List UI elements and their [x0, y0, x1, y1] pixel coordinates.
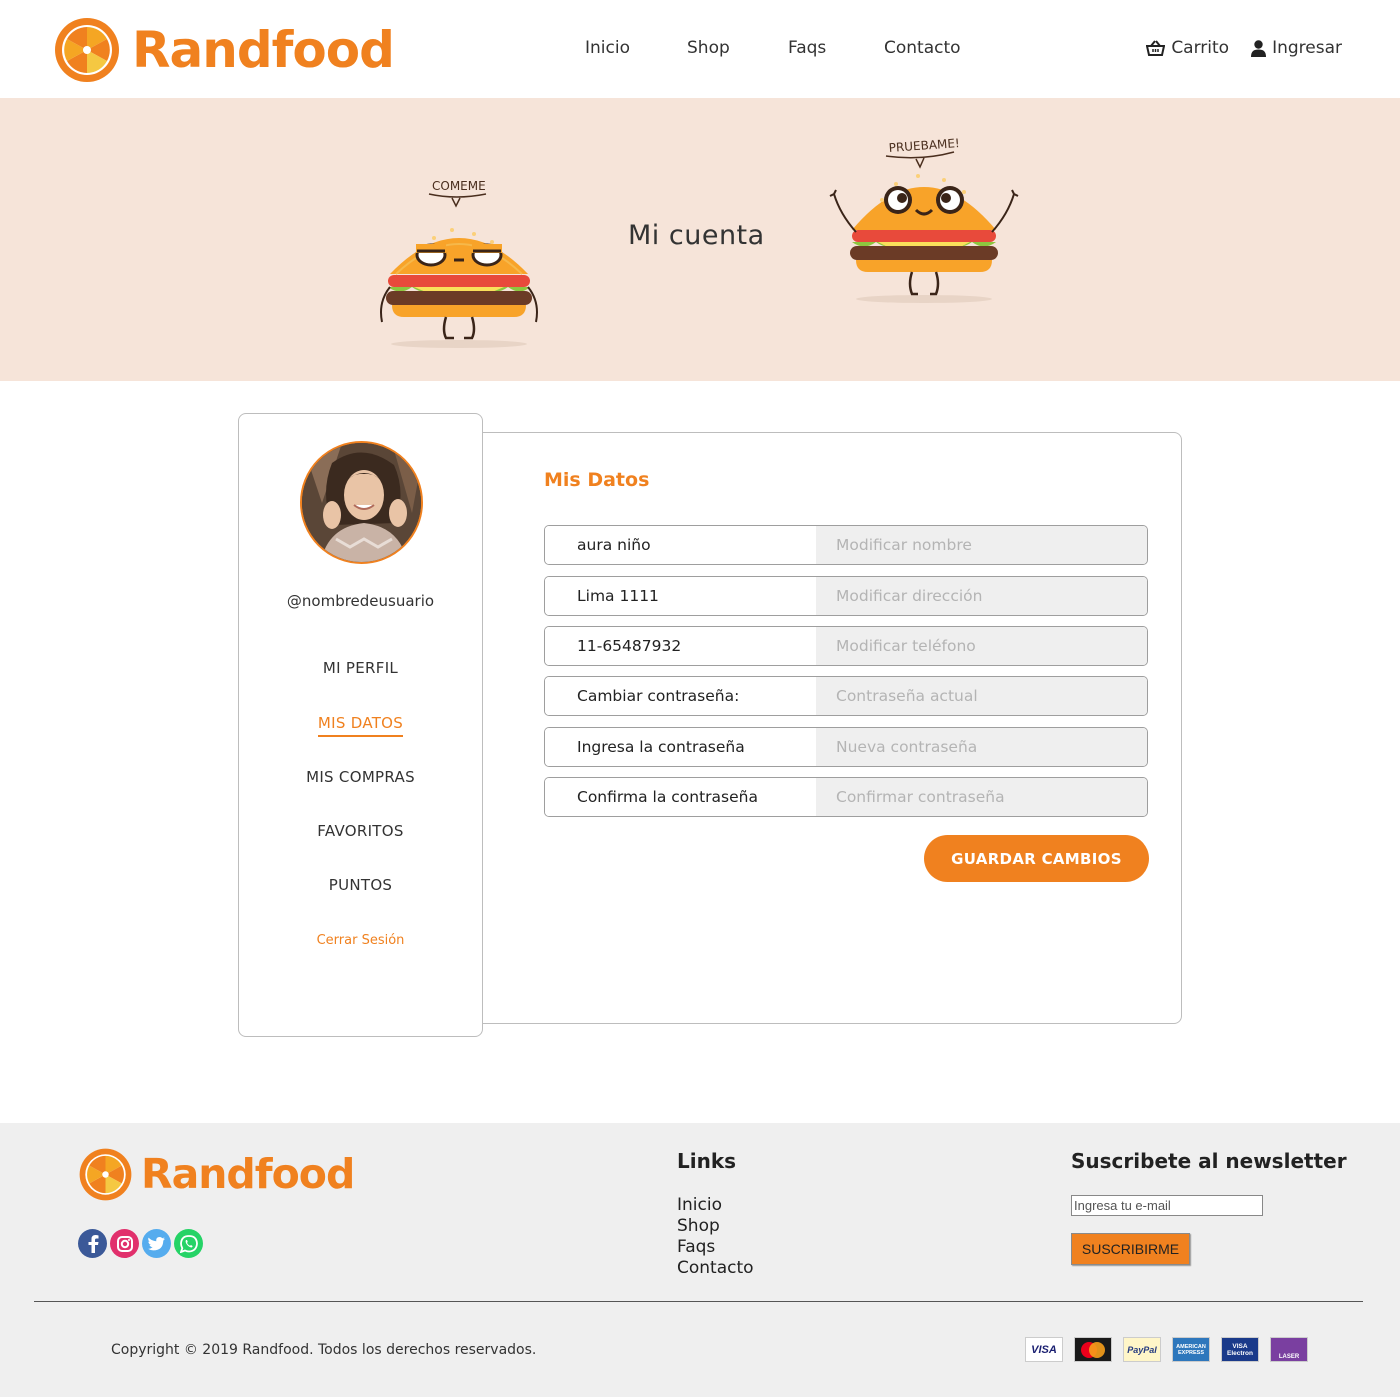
field-current-value: aura niño	[545, 526, 816, 564]
newsletter-email-input[interactable]	[1071, 1195, 1263, 1216]
social-links	[78, 1229, 206, 1258]
account-details-panel: Mis Datos aura niño Lima 1111 11-6548793…	[481, 432, 1182, 1024]
field-current-value: Lima 1111	[545, 577, 816, 615]
logout-link[interactable]: Cerrar Sesión	[239, 933, 482, 948]
orange-slice-logo-icon	[55, 18, 119, 82]
footer-link-shop[interactable]: Shop	[677, 1216, 754, 1237]
main-nav: Inicio Shop Faqs Contacto	[585, 38, 961, 58]
page-title: Mi cuenta	[628, 220, 765, 251]
footer-brand-logo[interactable]: Randfood	[78, 1147, 355, 1202]
sidebar-item-puntos[interactable]: PUNTOS	[239, 876, 482, 894]
footer-divider	[34, 1301, 1363, 1302]
sidebar-item-label: MIS COMPRAS	[306, 768, 415, 786]
footer-links-title: Links	[677, 1149, 737, 1173]
mastercard-card-icon	[1074, 1337, 1112, 1362]
site-header: Randfood Inicio Shop Faqs Contacto Carri…	[0, 0, 1400, 98]
basket-icon	[1146, 40, 1166, 56]
address-field: Lima 1111	[544, 576, 1148, 616]
save-changes-button[interactable]: GUARDAR CAMBIOS	[924, 835, 1149, 882]
paypal-card-icon: PayPal	[1123, 1337, 1161, 1362]
subscribe-button[interactable]: SUSCRIBIRME	[1071, 1233, 1190, 1265]
header-utilities: Carrito Ingresar	[1124, 38, 1342, 58]
sidebar-item-label: FAVORITOS	[317, 822, 404, 840]
field-label: Cambiar contraseña:	[545, 677, 816, 715]
new-password-input[interactable]	[816, 728, 1147, 766]
sidebar-item-mis-compras[interactable]: MIS COMPRAS	[239, 768, 482, 786]
avatar[interactable]	[300, 441, 423, 564]
account-sidebar: @nombredeusuario MI PERFIL MIS DATOS MIS…	[238, 413, 483, 1037]
whatsapp-icon[interactable]	[174, 1229, 203, 1258]
account-hero: COMEME Mi cuenta PRUEBAME!	[0, 98, 1400, 381]
user-icon	[1251, 39, 1267, 57]
field-current-value: 11-65487932	[545, 627, 816, 665]
bubble-text-left: COMEME	[432, 179, 486, 193]
brand-logo[interactable]: Randfood	[53, 16, 395, 84]
visa-electron-card-icon: VISA Electron	[1221, 1337, 1259, 1362]
field-label: Ingresa la contraseña	[545, 728, 816, 766]
section-title: Mis Datos	[544, 469, 650, 491]
orange-slice-logo-icon	[79, 1148, 132, 1201]
site-footer: Randfood Links Inicio Shop Faqs Contacto…	[0, 1123, 1400, 1397]
sidebar-item-label: MIS DATOS	[317, 714, 404, 737]
sidebar-item-mis-datos[interactable]: MIS DATOS	[239, 714, 482, 737]
login-link[interactable]: Ingresar	[1251, 38, 1342, 58]
nav-item-contacto[interactable]: Contacto	[884, 38, 961, 58]
american-express-card-icon: AMERICAN EXPRESS	[1172, 1337, 1210, 1362]
footer-brand-name: Randfood	[141, 1150, 355, 1198]
new-password-field: Ingresa la contraseña	[544, 727, 1148, 767]
current-password-input[interactable]	[816, 677, 1147, 715]
nav-item-shop[interactable]: Shop	[687, 38, 788, 58]
name-field: aura niño	[544, 525, 1148, 565]
footer-link-faqs[interactable]: Faqs	[677, 1237, 754, 1258]
payment-methods: VISA PayPal AMERICAN EXPRESS VISA Electr…	[1025, 1337, 1319, 1362]
login-label: Ingresar	[1272, 38, 1342, 58]
current-password-field: Cambiar contraseña:	[544, 676, 1148, 716]
sidebar-item-label: PUNTOS	[328, 876, 393, 894]
burger-mascot-left-illustration: COMEME	[380, 179, 538, 348]
modify-name-input[interactable]	[816, 526, 1147, 564]
twitter-icon[interactable]	[142, 1229, 171, 1258]
nav-item-faqs[interactable]: Faqs	[788, 38, 884, 58]
brand-name: Randfood	[132, 21, 395, 79]
laser-card-icon: LASER	[1270, 1337, 1308, 1362]
newsletter-title: Suscribete al newsletter	[1071, 1149, 1347, 1173]
confirm-password-input[interactable]	[816, 778, 1147, 816]
modify-phone-input[interactable]	[816, 627, 1147, 665]
footer-link-contacto[interactable]: Contacto	[677, 1258, 754, 1279]
username: @nombredeusuario	[286, 592, 435, 610]
modify-address-input[interactable]	[816, 577, 1147, 615]
facebook-icon[interactable]	[78, 1229, 107, 1258]
confirm-password-field: Confirma la contraseña	[544, 777, 1148, 817]
field-label: Confirma la contraseña	[545, 778, 816, 816]
sidebar-item-mi-perfil[interactable]: MI PERFIL	[239, 659, 482, 677]
cart-link[interactable]: Carrito	[1146, 38, 1229, 58]
visa-card-icon: VISA	[1025, 1337, 1063, 1362]
sidebar-item-favoritos[interactable]: FAVORITOS	[239, 822, 482, 840]
burger-mascot-right-illustration: PRUEBAME!	[829, 136, 1019, 303]
copyright-text: Copyright © 2019 Randfood. Todos los der…	[111, 1342, 537, 1358]
profile-photo-image	[302, 443, 421, 562]
instagram-icon[interactable]	[110, 1229, 139, 1258]
footer-link-inicio[interactable]: Inicio	[677, 1195, 754, 1216]
bubble-text-right: PRUEBAME!	[888, 136, 960, 155]
phone-field: 11-65487932	[544, 626, 1148, 666]
nav-item-inicio[interactable]: Inicio	[585, 38, 687, 58]
footer-links: Inicio Shop Faqs Contacto	[677, 1195, 754, 1279]
sidebar-item-label: MI PERFIL	[322, 659, 399, 677]
cart-label: Carrito	[1171, 38, 1230, 58]
